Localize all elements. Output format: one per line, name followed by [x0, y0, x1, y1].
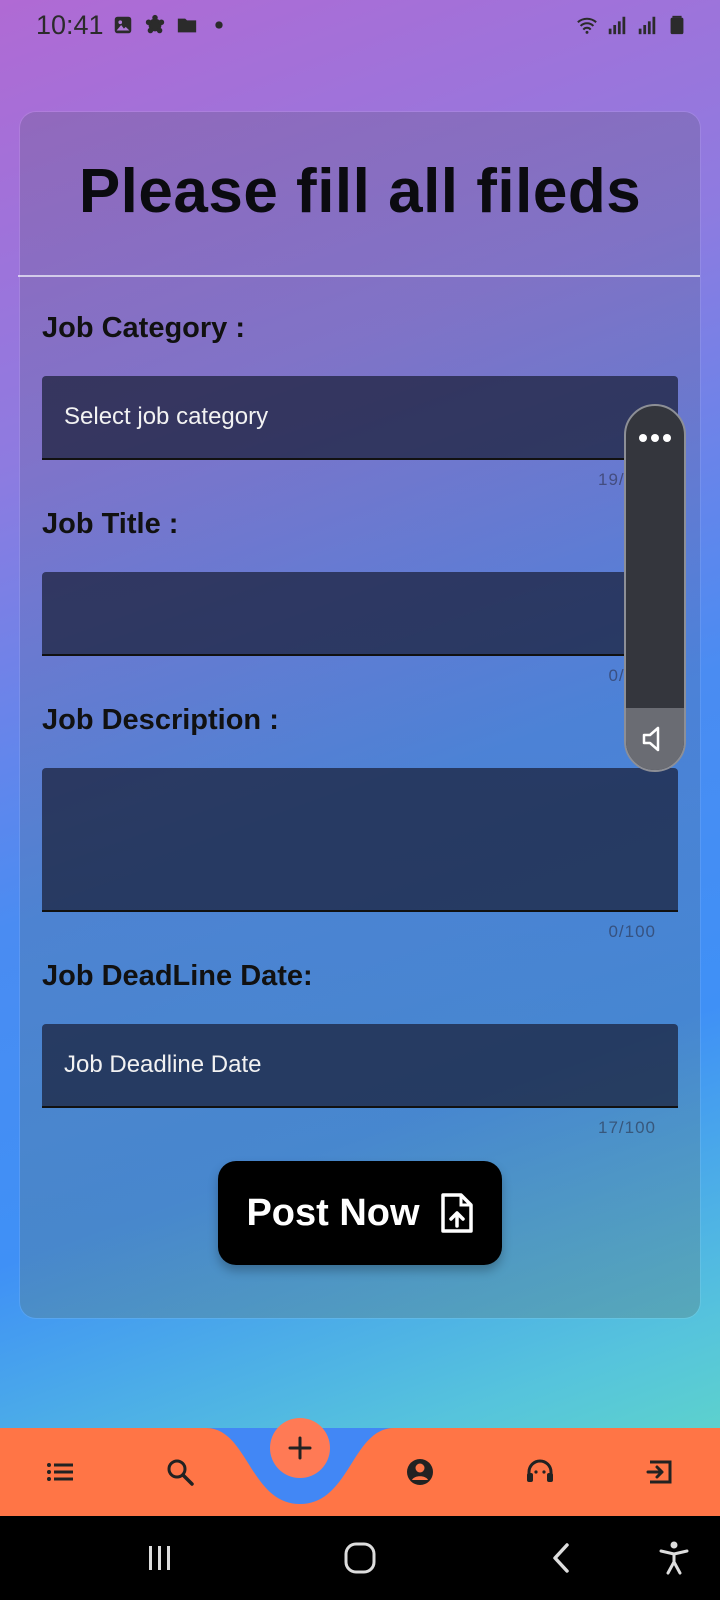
list-icon[interactable] — [38, 1450, 82, 1494]
search-icon[interactable] — [158, 1450, 202, 1494]
job-category-label: Job Category : — [42, 312, 246, 344]
job-deadline-label: Job DeadLine Date: — [42, 960, 313, 992]
dot-icon — [215, 21, 223, 29]
logout-icon[interactable] — [638, 1450, 682, 1494]
job-description-label: Job Description : — [42, 704, 279, 736]
add-icon — [288, 1436, 312, 1460]
job-description-input[interactable] — [42, 768, 678, 912]
page-title: Please fill all fileds — [78, 157, 642, 226]
home-icon[interactable] — [338, 1536, 382, 1580]
signal-icon — [638, 16, 656, 35]
accessibility-icon[interactable] — [652, 1536, 696, 1580]
system-navigation — [0, 1516, 720, 1600]
back-icon[interactable] — [540, 1536, 584, 1580]
status-time: 10:41 — [36, 10, 104, 40]
file-upload-icon — [440, 1193, 473, 1233]
job-category-select[interactable]: Select job category — [42, 376, 678, 460]
volume-button[interactable] — [626, 708, 684, 770]
job-title-label: Job Title : — [42, 508, 179, 540]
support-icon[interactable] — [518, 1450, 562, 1494]
job-deadline-input[interactable]: Job Deadline Date — [42, 1024, 678, 1108]
job-category-value: Select job category — [64, 403, 269, 430]
floating-volume-panel[interactable] — [624, 404, 686, 772]
battery-icon — [670, 15, 684, 35]
profile-icon[interactable] — [398, 1450, 442, 1494]
status-icons-right — [576, 14, 688, 36]
post-now-button[interactable]: Post Now — [218, 1161, 502, 1265]
signal-icon — [608, 16, 626, 35]
status-icons-left — [112, 14, 230, 36]
wifi-icon — [577, 17, 597, 34]
more-horizontal-icon[interactable] — [626, 430, 684, 448]
folder-icon — [177, 18, 197, 33]
status-bar: 10:41 — [0, 0, 720, 52]
gallery-icon — [114, 16, 132, 34]
post-now-label: Post Now — [246, 1191, 420, 1234]
job-description-counter: 0/100 — [608, 922, 656, 941]
title-divider — [18, 275, 700, 277]
add-button[interactable] — [270, 1418, 330, 1478]
nav-notch — [206, 1428, 394, 1504]
job-title-input[interactable] — [42, 572, 678, 656]
recents-icon[interactable] — [138, 1536, 182, 1580]
bottom-navigation — [0, 1428, 720, 1516]
settings-icon — [145, 14, 165, 34]
job-deadline-value: Job Deadline Date — [64, 1051, 262, 1078]
job-deadline-counter: 17/100 — [598, 1118, 656, 1137]
volume-icon — [642, 726, 660, 752]
job-form-card: Please fill all fileds Job Category : Se… — [18, 112, 700, 1318]
